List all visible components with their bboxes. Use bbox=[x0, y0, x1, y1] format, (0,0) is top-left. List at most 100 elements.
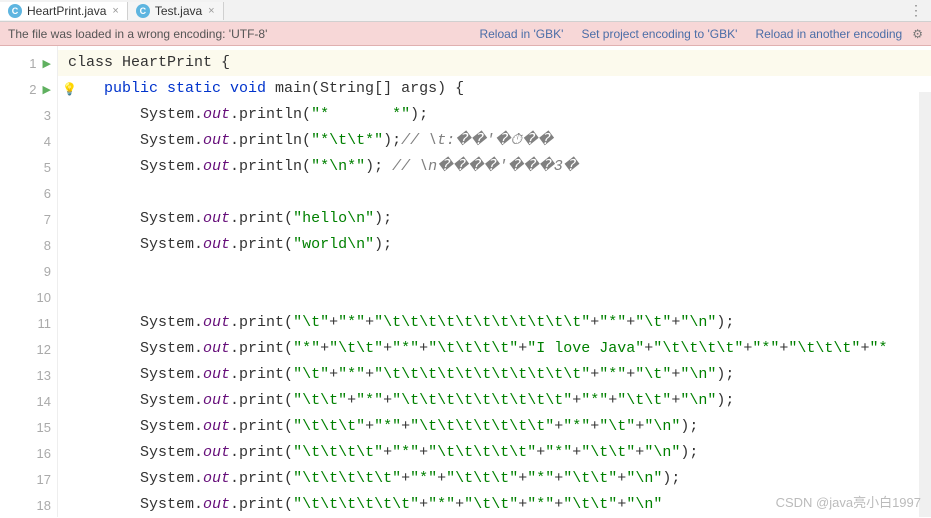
code-token: " bbox=[653, 470, 662, 487]
code-token: \n bbox=[329, 158, 347, 175]
vertical-scrollbar[interactable] bbox=[919, 92, 931, 517]
code-token: System. bbox=[68, 314, 203, 331]
more-icon[interactable]: ⋮ bbox=[901, 2, 931, 19]
gutter-line[interactable]: 6 bbox=[0, 180, 57, 206]
code-token: + bbox=[671, 314, 680, 331]
code-token: out bbox=[203, 106, 230, 123]
gutter-line[interactable]: 17 bbox=[0, 466, 57, 492]
code-line[interactable]: System.out.println("*\n*"); // \n����'��… bbox=[58, 154, 931, 180]
encoding-banner: The file was loaded in a wrong encoding:… bbox=[0, 22, 931, 46]
code-line[interactable]: System.out.println("* *"); bbox=[58, 102, 931, 128]
code-line[interactable]: System.out.print("\t"+"*"+"\t\t\t\t\t\t\… bbox=[58, 362, 931, 388]
gutter-line[interactable]: 3 bbox=[0, 102, 57, 128]
code-area[interactable]: class HeartPrint { public static void ma… bbox=[58, 46, 931, 517]
code-line[interactable]: System.out.print("\t\t"+"*"+"\t\t\t\t\t\… bbox=[58, 388, 931, 414]
code-token: " bbox=[581, 444, 590, 461]
code-token: " bbox=[608, 470, 617, 487]
code-token: + bbox=[644, 340, 653, 357]
code-token: " bbox=[293, 392, 302, 409]
code-token: + bbox=[347, 392, 356, 409]
code-token: "*" bbox=[527, 496, 554, 513]
gutter-line[interactable]: 4 bbox=[0, 128, 57, 154]
code-token: "*" bbox=[356, 392, 383, 409]
code-line[interactable] bbox=[58, 258, 931, 284]
code-line[interactable]: System.out.println("*\t\t*");// \t:��'�⏱… bbox=[58, 128, 931, 154]
code-token: "*" bbox=[392, 444, 419, 461]
code-line[interactable]: System.out.print("world\n"); bbox=[58, 232, 931, 258]
code-token: " bbox=[644, 444, 653, 461]
code-token: System. bbox=[68, 210, 203, 227]
code-line[interactable]: public static void main(String[] args) { bbox=[58, 76, 931, 102]
code-token: HeartPrint { bbox=[122, 54, 230, 71]
code-token: + bbox=[329, 314, 338, 331]
bulb-icon[interactable]: 💡 bbox=[62, 82, 77, 96]
code-token: "*" bbox=[338, 314, 365, 331]
code-line[interactable] bbox=[58, 284, 931, 310]
code-token: " bbox=[320, 366, 329, 383]
gutter-line[interactable]: 1▶ bbox=[0, 50, 57, 76]
code-line[interactable]: System.out.print("\t\t\t\t\t"+"*"+"\t\t\… bbox=[58, 466, 931, 492]
code-line[interactable]: System.out.print("*"+"\t\t"+"*"+"\t\t\t\… bbox=[58, 336, 931, 362]
code-token: " bbox=[635, 366, 644, 383]
code-token: + bbox=[536, 444, 545, 461]
code-line[interactable]: System.out.print("\t\t\t"+"*"+"\t\t\t\t\… bbox=[58, 414, 931, 440]
gutter-line[interactable]: 18 bbox=[0, 492, 57, 518]
gutter-line[interactable]: 7 bbox=[0, 206, 57, 232]
code-token: out bbox=[203, 158, 230, 175]
gutter-line[interactable]: 2▶💡 bbox=[0, 76, 57, 102]
editor-area[interactable]: 1▶2▶💡3456 7 89101112131415161718 class Hea… bbox=[0, 46, 931, 517]
code-token: ); bbox=[662, 470, 680, 487]
code-token: \t bbox=[644, 366, 662, 383]
run-icon[interactable]: ▶ bbox=[43, 57, 51, 70]
code-line[interactable]: System.out.print("\t\t\t\t"+"*"+"\t\t\t\… bbox=[58, 440, 931, 466]
gutter-line[interactable]: 10 bbox=[0, 284, 57, 310]
code-token: "*" bbox=[599, 314, 626, 331]
code-token: + bbox=[626, 314, 635, 331]
gutter-line[interactable]: 8 bbox=[0, 232, 57, 258]
code-token: " bbox=[662, 366, 671, 383]
gutter-line[interactable]: 12 bbox=[0, 336, 57, 362]
gutter-line[interactable]: 9 bbox=[0, 258, 57, 284]
code-token: .print( bbox=[230, 418, 293, 435]
code-token: \t bbox=[302, 366, 320, 383]
code-token: " bbox=[608, 496, 617, 513]
code-token: out bbox=[203, 496, 230, 513]
code-line[interactable]: System.out.print("hello\n"); bbox=[58, 206, 931, 232]
line-number: 7 bbox=[29, 212, 51, 227]
close-icon[interactable]: × bbox=[112, 5, 118, 17]
gutter-line[interactable]: 14 bbox=[0, 388, 57, 414]
gutter-line[interactable]: 16 bbox=[0, 440, 57, 466]
code-token: System. bbox=[68, 444, 203, 461]
code-line[interactable]: class HeartPrint { bbox=[58, 50, 931, 76]
gutter-line[interactable]: 13 bbox=[0, 362, 57, 388]
code-token: \t bbox=[644, 314, 662, 331]
run-icon[interactable]: ▶ bbox=[43, 83, 51, 96]
code-token: "*" bbox=[374, 418, 401, 435]
reload-gbk-link[interactable]: Reload in 'GBK' bbox=[479, 27, 563, 41]
reload-other-link[interactable]: Reload in another encoding bbox=[755, 27, 902, 41]
gutter-line[interactable]: 5 bbox=[0, 154, 57, 180]
code-token: " bbox=[293, 444, 302, 461]
code-token: " bbox=[374, 340, 383, 357]
set-encoding-link[interactable]: Set project encoding to 'GBK' bbox=[581, 27, 737, 41]
code-token: "hello bbox=[293, 210, 347, 227]
tab-test-java[interactable]: CTest.java× bbox=[128, 2, 224, 20]
code-token: \n bbox=[689, 392, 707, 409]
code-token: " bbox=[662, 392, 671, 409]
code-token: \n bbox=[653, 444, 671, 461]
gutter-line[interactable]: 15 bbox=[0, 414, 57, 440]
gear-icon[interactable]: ⚙ bbox=[912, 27, 923, 41]
gutter[interactable]: 1▶2▶💡3456 7 89101112131415161718 bbox=[0, 46, 58, 517]
tab-heartprint-java[interactable]: CHeartPrint.java× bbox=[0, 2, 128, 20]
code-token: + bbox=[671, 392, 680, 409]
code-line[interactable] bbox=[58, 180, 931, 206]
code-line[interactable]: System.out.print("\t"+"*"+"\t\t\t\t\t\t\… bbox=[58, 310, 931, 336]
gutter-line[interactable]: 11 bbox=[0, 310, 57, 336]
code-token: \n bbox=[347, 210, 365, 227]
code-token: ); bbox=[374, 236, 392, 253]
code-token: + bbox=[437, 470, 446, 487]
code-token: " bbox=[374, 366, 383, 383]
code-token: " bbox=[563, 496, 572, 513]
code-token: " bbox=[365, 210, 374, 227]
close-icon[interactable]: × bbox=[208, 5, 214, 17]
